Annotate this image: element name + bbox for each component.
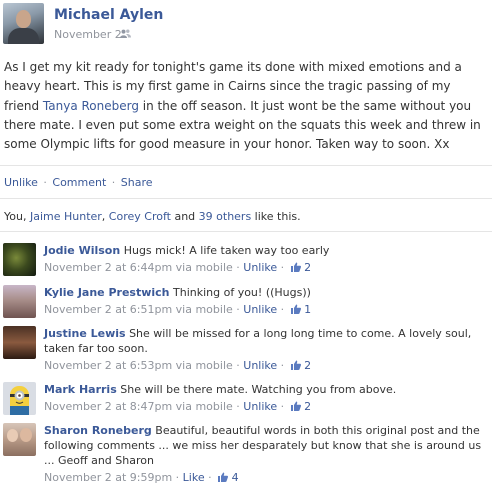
comment-like-count[interactable]: 4 bbox=[232, 471, 239, 484]
liker-link[interactable]: Jaime Hunter bbox=[30, 210, 102, 223]
commenter-name[interactable]: Kylie Jane Prestwich bbox=[44, 286, 170, 299]
likes-and: and bbox=[170, 210, 199, 223]
divider bbox=[0, 198, 492, 199]
comment-like-link[interactable]: Like bbox=[183, 471, 205, 484]
thumbs-up-icon bbox=[290, 401, 301, 411]
separator: · bbox=[111, 176, 116, 189]
comment-text: Hugs mick! A life taken way too early bbox=[123, 244, 330, 257]
commenter-avatar[interactable] bbox=[3, 382, 36, 415]
comment-link[interactable]: Comment bbox=[52, 176, 106, 189]
separator: · bbox=[236, 261, 240, 274]
post-header: Michael Aylen November 2 bbox=[3, 3, 489, 48]
separator: · bbox=[280, 303, 285, 316]
likes-suffix: like this. bbox=[251, 210, 301, 223]
separator: · bbox=[43, 176, 47, 189]
comment-like-count[interactable]: 2 bbox=[304, 400, 311, 413]
minion-avatar-icon bbox=[10, 386, 29, 415]
likes-comma: , bbox=[101, 210, 109, 223]
commenter-avatar[interactable] bbox=[3, 326, 36, 359]
comment-time[interactable]: November 2 at 6:44pm via mobile bbox=[44, 261, 233, 274]
comment-text: She will be there mate. Watching you fro… bbox=[120, 383, 397, 396]
commenter-name[interactable]: Justine Lewis bbox=[44, 327, 126, 340]
thumbs-up-icon bbox=[218, 472, 229, 482]
comment-time[interactable]: November 2 at 6:51pm via mobile bbox=[44, 303, 233, 316]
avatar-face bbox=[16, 10, 31, 28]
separator: · bbox=[236, 359, 240, 372]
divider bbox=[0, 165, 492, 166]
commenter-avatar[interactable] bbox=[3, 423, 36, 456]
separator: · bbox=[236, 303, 240, 316]
separator: · bbox=[175, 471, 180, 484]
commenter-avatar[interactable] bbox=[3, 285, 36, 318]
comment-like-link[interactable]: Unlike bbox=[243, 359, 277, 372]
post-actions: Unlike · Comment · Share bbox=[4, 176, 153, 189]
comment-meta: November 2 at 6:53pm via mobile · Unlike… bbox=[44, 358, 484, 373]
comment-like-link[interactable]: Unlike bbox=[243, 303, 277, 316]
commenter-name[interactable]: Mark Harris bbox=[44, 383, 117, 396]
avatar-shirt bbox=[8, 28, 39, 44]
comment-like-count[interactable]: 1 bbox=[304, 303, 311, 316]
unlike-link[interactable]: Unlike bbox=[4, 176, 38, 189]
comment-meta: November 2 at 9:59pm · Like · 4 bbox=[44, 470, 484, 485]
comment-time[interactable]: November 2 at 9:59pm bbox=[44, 471, 172, 484]
separator: · bbox=[280, 400, 285, 413]
commenter-name[interactable]: Sharon Roneberg bbox=[44, 424, 152, 437]
comment-time[interactable]: November 2 at 8:47pm via mobile bbox=[44, 400, 233, 413]
tagged-friend-link[interactable]: Tanya Roneberg bbox=[43, 99, 139, 113]
liker-link[interactable]: Corey Croft bbox=[109, 210, 171, 223]
likes-summary: You, Jaime Hunter, Corey Croft and 39 ot… bbox=[4, 210, 301, 223]
comment-like-link[interactable]: Unlike bbox=[243, 400, 277, 413]
separator: · bbox=[236, 400, 240, 413]
others-likers-link[interactable]: 39 others bbox=[199, 210, 252, 223]
share-link[interactable]: Share bbox=[121, 176, 153, 189]
thumbs-up-icon bbox=[290, 360, 301, 370]
separator: · bbox=[208, 471, 212, 484]
author-name[interactable]: Michael Aylen bbox=[54, 7, 163, 23]
author-avatar[interactable] bbox=[3, 3, 44, 44]
comment-like-link[interactable]: Unlike bbox=[243, 261, 277, 274]
comment-like-count[interactable]: 2 bbox=[304, 261, 311, 274]
comment-meta: November 2 at 8:47pm via mobile · Unlike… bbox=[44, 399, 484, 414]
separator: · bbox=[280, 359, 285, 372]
commenter-name[interactable]: Jodie Wilson bbox=[44, 244, 120, 257]
comment-time[interactable]: November 2 at 6:53pm via mobile bbox=[44, 359, 233, 372]
comment-meta: November 2 at 6:51pm via mobile · Unlike… bbox=[44, 302, 484, 317]
separator: · bbox=[280, 261, 285, 274]
likes-prefix: You, bbox=[4, 210, 30, 223]
commenter-avatar[interactable] bbox=[3, 243, 36, 276]
comment-like-count[interactable]: 2 bbox=[304, 359, 311, 372]
comment-meta: November 2 at 6:44pm via mobile · Unlike… bbox=[44, 260, 484, 275]
comment-text: Thinking of you! ((Hugs)) bbox=[173, 286, 311, 299]
friends-privacy-icon bbox=[120, 29, 131, 38]
divider bbox=[0, 231, 492, 232]
post-text: As I get my kit ready for tonight's game… bbox=[4, 58, 482, 154]
thumbs-up-icon bbox=[290, 262, 301, 272]
post-date[interactable]: November 2 bbox=[54, 28, 122, 41]
thumbs-up-icon bbox=[290, 304, 301, 314]
